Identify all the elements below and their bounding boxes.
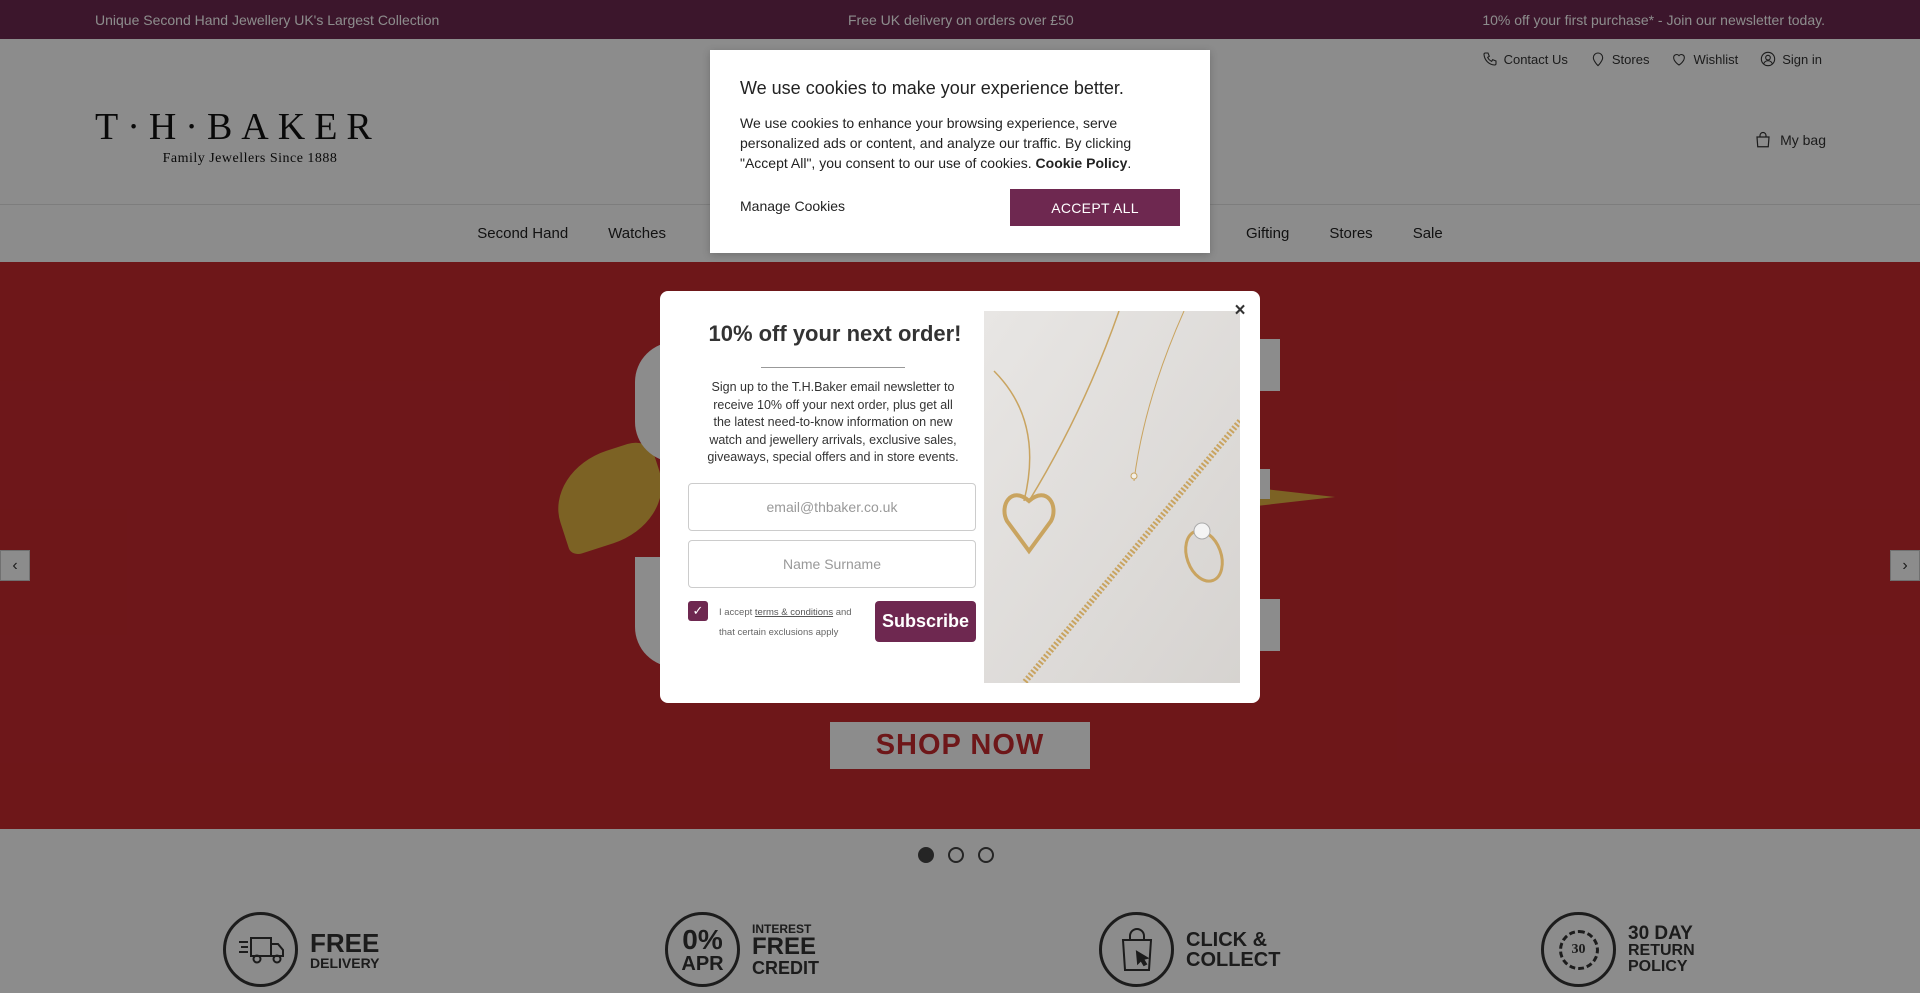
cookie-policy-link[interactable]: Cookie Policy xyxy=(1036,155,1128,171)
cookie-title: We use cookies to make your experience b… xyxy=(740,78,1124,98)
checkmark-icon: ✓ xyxy=(692,603,704,618)
close-icon[interactable]: × xyxy=(1230,301,1250,321)
terms-link[interactable]: terms & conditions xyxy=(755,607,833,618)
cookie-consent-modal: We use cookies to make your experience b… xyxy=(710,50,1210,253)
accept-all-button[interactable]: ACCEPT ALL xyxy=(1010,189,1180,226)
newsletter-title: 10% off your next order! xyxy=(708,321,962,346)
terms-text: I accept terms & conditions and that cer… xyxy=(719,603,869,643)
newsletter-modal: 10% off your next order! Sign up to the … xyxy=(660,291,1260,703)
cookie-policy-suffix: . xyxy=(1127,155,1132,171)
cookie-body: We use cookies to enhance your browsing … xyxy=(740,113,1160,173)
manage-cookies-button[interactable]: Manage Cookies xyxy=(740,198,845,214)
email-field[interactable] xyxy=(688,483,976,531)
name-field[interactable] xyxy=(688,540,976,588)
subscribe-button[interactable]: Subscribe xyxy=(875,601,976,642)
terms-prefix: I accept xyxy=(719,607,755,618)
terms-checkbox[interactable]: ✓ xyxy=(688,601,708,621)
newsletter-body: Sign up to the T.H.Baker email newslette… xyxy=(707,380,959,464)
jewellery-product-image xyxy=(984,311,1240,683)
newsletter-divider xyxy=(761,367,905,368)
